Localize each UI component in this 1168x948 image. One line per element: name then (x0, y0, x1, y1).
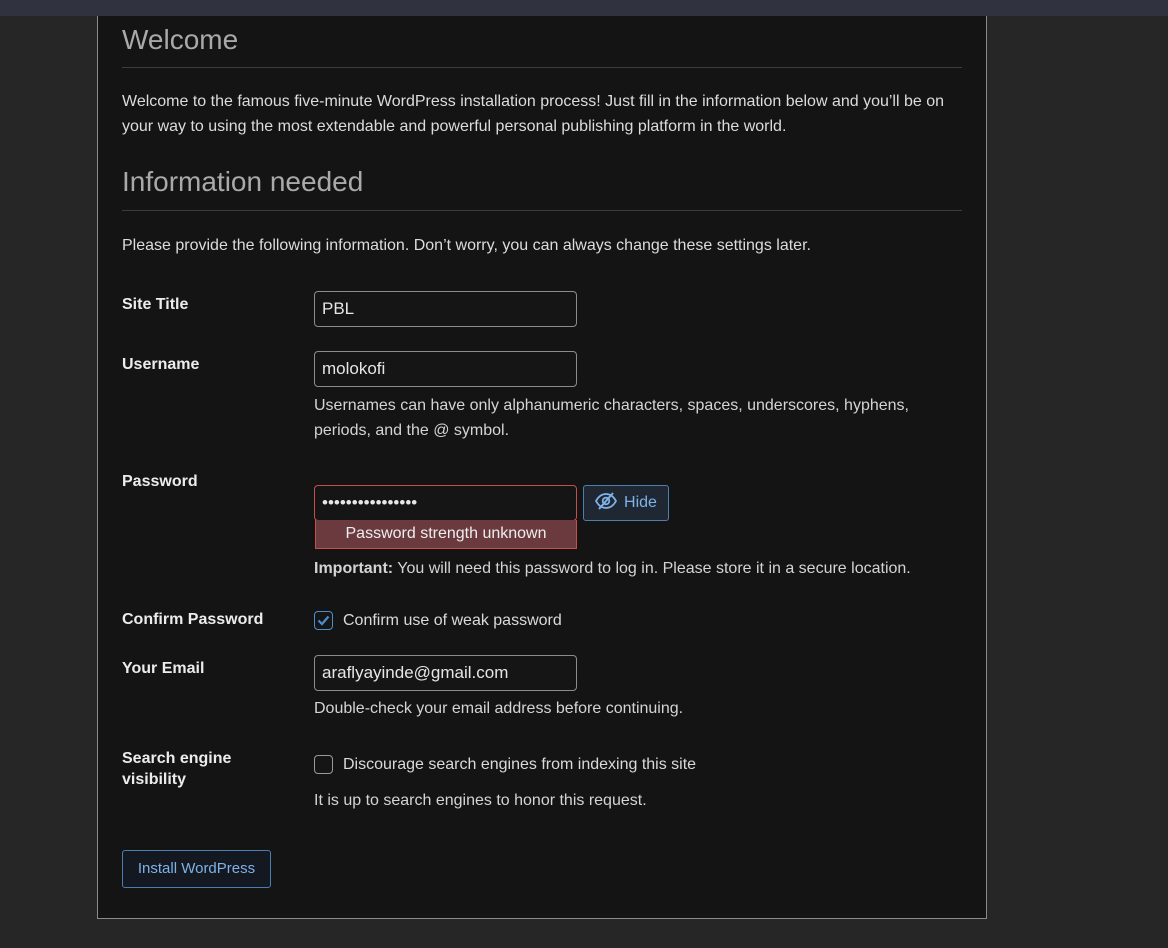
checkmark-icon (317, 615, 330, 626)
info-lead: Please provide the following information… (122, 237, 811, 254)
divider (122, 210, 962, 211)
confirm-weak-password-label[interactable]: Confirm use of weak password (343, 612, 562, 630)
install-wordpress-button[interactable]: Install WordPress (122, 850, 271, 888)
divider (122, 67, 962, 68)
password-label: Password (122, 473, 198, 490)
password-important-note: Important: You will need this password t… (314, 556, 974, 581)
site-title-label: Site Title (122, 296, 189, 313)
top-bar (0, 0, 1168, 16)
eye-slash-icon (595, 491, 618, 515)
username-input[interactable] (314, 351, 577, 387)
search-hint: It is up to search engines to honor this… (314, 792, 647, 809)
hide-password-button[interactable]: Hide (583, 485, 669, 521)
confirm-password-label: Confirm Password (122, 611, 264, 628)
search-visibility-label-line2: visibility (122, 771, 187, 788)
site-title-input[interactable] (314, 291, 577, 327)
confirm-weak-password-checkbox[interactable] (314, 611, 333, 630)
search-visibility-label: Search engine visibility (122, 748, 231, 790)
welcome-text: Welcome to the famous five-minute WordPr… (122, 93, 945, 135)
username-label: Username (122, 356, 200, 373)
email-hint: Double-check your email address before c… (314, 700, 684, 717)
install-panel: Welcome Welcome to the famous five-minut… (97, 16, 987, 919)
email-label: Your Email (122, 660, 205, 677)
info-heading: Information needed (122, 166, 364, 197)
search-visibility-label-line1: Search engine (122, 750, 232, 767)
password-input[interactable] (314, 485, 577, 521)
welcome-heading: Welcome (122, 24, 239, 55)
discourage-search-label[interactable]: Discourage search engines from indexing … (343, 756, 696, 774)
important-text: You will need this password to log in. P… (393, 560, 911, 577)
email-input[interactable] (314, 655, 577, 691)
important-label: Important: (314, 560, 394, 577)
username-hint: Usernames can have only alphanumeric cha… (314, 397, 909, 439)
password-strength-meter: Password strength unknown (315, 520, 577, 549)
discourage-search-checkbox[interactable] (314, 755, 333, 774)
hide-label: Hide (624, 494, 657, 511)
